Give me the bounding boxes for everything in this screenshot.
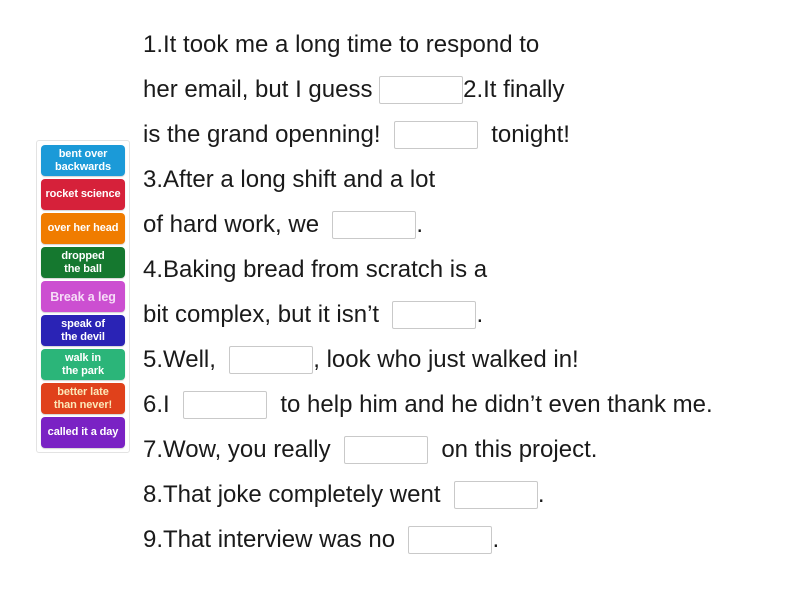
sentence-text: 5.Well, (143, 346, 230, 373)
sentence-text: bit complex, but it isn’t (143, 301, 393, 328)
sentence-text: 1.It took me a long time to respond to (143, 31, 540, 58)
sentence-line: 4.Baking bread from scratch is a (143, 247, 788, 292)
word-bank-tile[interactable]: speak of the devil (41, 315, 125, 346)
sentence-line: her email, but I guess 2.It finally (143, 67, 788, 112)
word-bank-tile[interactable]: walk in the park (41, 349, 125, 380)
answer-blank-dropzone[interactable] (408, 525, 493, 554)
answer-blank-dropzone[interactable] (393, 120, 478, 149)
sentence-text: of hard work, we (143, 211, 333, 238)
word-bank-tile[interactable]: dropped the ball (41, 247, 125, 278)
word-bank-tile[interactable]: rocket science (41, 179, 125, 210)
answer-blank-dropzone[interactable] (392, 300, 477, 329)
sentence-text: 2.It finally (463, 76, 565, 103)
answer-blank-dropzone[interactable] (453, 480, 538, 509)
sentence-text: her email, but I guess (143, 76, 380, 103)
sentence-line: 9.That interview was no . (143, 517, 788, 562)
sentence-text: . (476, 301, 484, 328)
sentence-line: 8.That joke completely went . (143, 472, 788, 517)
word-bank-tile[interactable]: over her head (41, 213, 125, 244)
sentence-text: . (537, 481, 545, 508)
sentence-text: , look who just walked in! (313, 346, 579, 373)
exercise-body: 1.It took me a long time to respond to he… (143, 22, 788, 562)
word-bank: bent over backwards rocket science over he… (36, 140, 130, 453)
sentence-line: 7.Wow, you really on this project. (143, 427, 788, 472)
sentence-text: 4.Baking bread from scratch is a (143, 256, 488, 283)
sentence-text: 6.I (143, 391, 184, 418)
answer-blank-dropzone[interactable] (332, 210, 417, 239)
answer-blank-dropzone[interactable] (183, 390, 268, 419)
word-bank-tile[interactable]: better late than never! (41, 383, 125, 414)
word-bank-tile[interactable]: Break a leg (41, 281, 125, 312)
sentence-text: 7.Wow, you really (143, 436, 344, 463)
sentence-line: of hard work, we . (143, 202, 788, 247)
sentence-text: 3.After a long shift and a lot (143, 166, 436, 193)
sentence-text: tonight! (477, 121, 570, 148)
sentence-line: 6.I to help him and he didn’t even thank… (143, 382, 788, 427)
answer-blank-dropzone[interactable] (379, 75, 464, 104)
answer-blank-dropzone[interactable] (229, 345, 314, 374)
sentence-text: is the grand openning! (143, 121, 394, 148)
sentence-text: on this project. (427, 436, 598, 463)
sentence-line: is the grand openning! tonight! (143, 112, 788, 157)
sentence-text: 8.That joke completely went (143, 481, 454, 508)
word-bank-tile[interactable]: bent over backwards (41, 145, 125, 176)
sentence-line: bit complex, but it isn’t . (143, 292, 788, 337)
sentence-line: 3.After a long shift and a lot (143, 157, 788, 202)
sentence-text: to help him and he didn’t even thank me. (267, 391, 713, 418)
sentence-text: . (416, 211, 424, 238)
sentence-line: 1.It took me a long time to respond to (143, 22, 788, 67)
answer-blank-dropzone[interactable] (343, 435, 428, 464)
sentence-text: . (492, 526, 500, 553)
word-bank-tile[interactable]: called it a day (41, 417, 125, 448)
sentence-text: 9.That interview was no (143, 526, 409, 553)
sentence-line: 5.Well, , look who just walked in! (143, 337, 788, 382)
